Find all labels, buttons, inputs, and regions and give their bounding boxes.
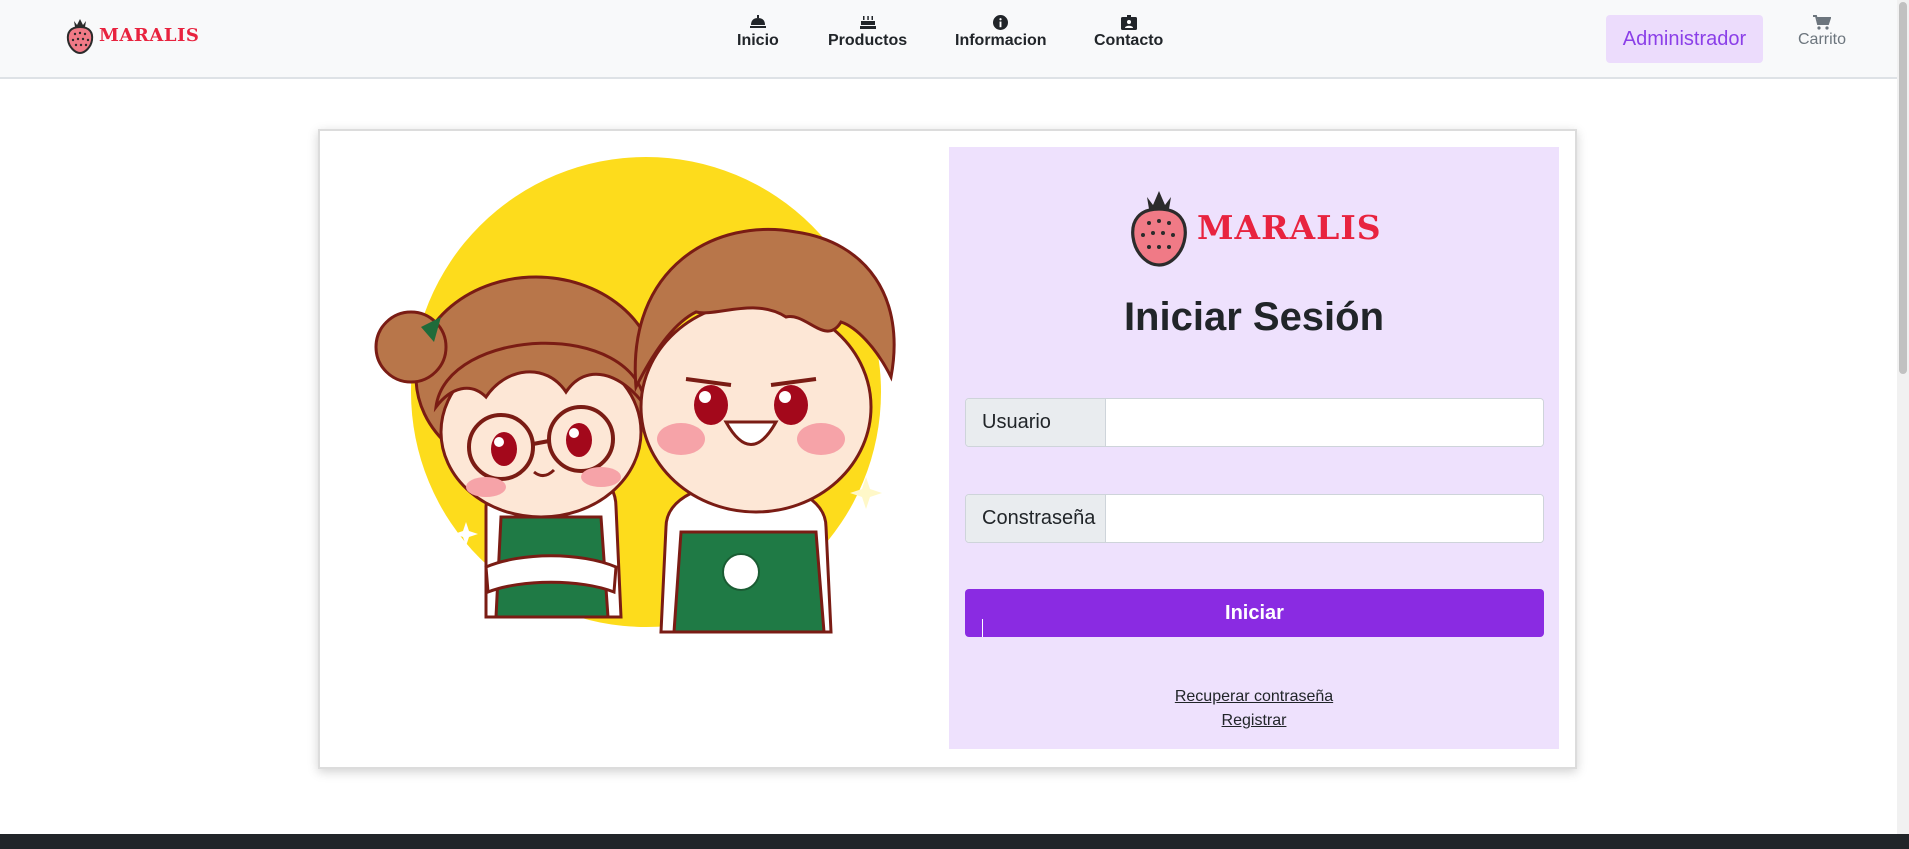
scrollbar-thumb[interactable] bbox=[1899, 2, 1907, 374]
nav-item-label: Inicio bbox=[737, 32, 779, 49]
nav-item-informacion[interactable]: Informacion bbox=[955, 14, 1047, 50]
navbar: MARALIS Inicio Productos Informacion Con… bbox=[0, 0, 1897, 79]
password-label: Constraseña bbox=[966, 495, 1106, 542]
login-card: MARALIS Iniciar Sesión Usuario Constrase… bbox=[318, 129, 1577, 769]
nav-item-productos[interactable]: Productos bbox=[828, 14, 907, 50]
home-bell-icon bbox=[748, 14, 768, 30]
cart-link[interactable]: Carrito bbox=[1798, 14, 1846, 49]
login-submit-button[interactable]: Iniciar bbox=[965, 589, 1544, 637]
nav-item-contacto[interactable]: Contacto bbox=[1094, 14, 1163, 50]
nav-item-inicio[interactable]: Inicio bbox=[737, 14, 779, 50]
admin-button[interactable]: Administrador bbox=[1606, 15, 1763, 63]
username-input[interactable] bbox=[1106, 399, 1543, 446]
username-input-group: Usuario bbox=[965, 398, 1544, 447]
strawberry-icon bbox=[66, 19, 94, 55]
nav-item-label: Contacto bbox=[1094, 32, 1164, 49]
cart-label: Carrito bbox=[1798, 31, 1847, 48]
cake-icon bbox=[858, 14, 878, 30]
contact-card-icon bbox=[1119, 14, 1139, 30]
nav-item-label: Informacion bbox=[955, 32, 1047, 49]
brand-name: MARALIS bbox=[99, 24, 200, 46]
username-label: Usuario bbox=[966, 399, 1106, 446]
text-caret bbox=[982, 619, 983, 637]
baristas-illustration bbox=[336, 147, 946, 640]
login-submit-label: Iniciar bbox=[1225, 601, 1284, 624]
recover-password-link[interactable]: Recuperar contraseña bbox=[949, 688, 1559, 706]
login-logo: MARALIS bbox=[1127, 185, 1382, 269]
cart-icon bbox=[1812, 14, 1832, 30]
footer bbox=[0, 834, 1909, 849]
brand-logo-link[interactable]: MARALIS bbox=[64, 15, 199, 55]
login-panel: MARALIS Iniciar Sesión Usuario Constrase… bbox=[949, 147, 1559, 749]
password-input-group: Constraseña bbox=[965, 494, 1544, 543]
nav-item-label: Productos bbox=[828, 32, 908, 49]
password-input[interactable] bbox=[1106, 495, 1543, 542]
register-link[interactable]: Registrar bbox=[949, 712, 1559, 730]
login-title: Iniciar Sesión bbox=[1123, 295, 1385, 339]
login-logo-text: MARALIS bbox=[1197, 207, 1382, 247]
strawberry-icon bbox=[1131, 191, 1187, 267]
info-circle-icon bbox=[991, 14, 1011, 30]
